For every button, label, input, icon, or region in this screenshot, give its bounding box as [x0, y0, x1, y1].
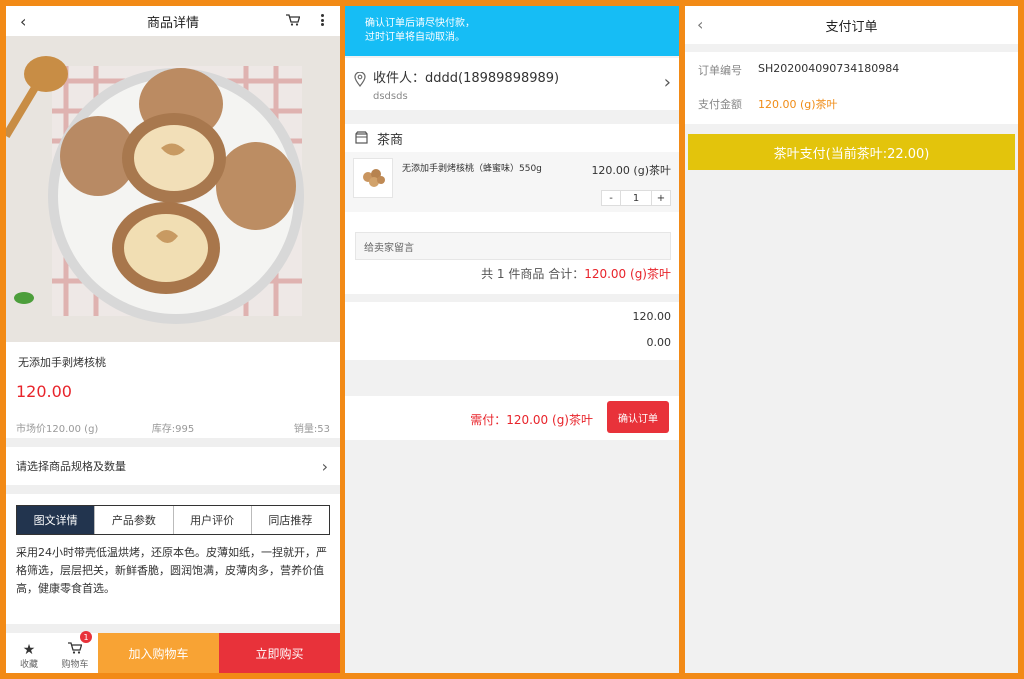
quantity-stepper: - 1 + — [601, 190, 671, 206]
product-info: 无添加手剥烤核桃 120.00 市场价120.00 (g) 库存:995 销量:… — [6, 342, 340, 438]
order-number-row: 订单编号 SH202004090734180984 — [698, 62, 899, 78]
receiver-address: dsdsds — [373, 91, 408, 102]
tab-product-params[interactable]: 产品参数 — [94, 506, 172, 534]
product-header: ‹ 商品详情 — [6, 6, 340, 36]
address-card[interactable]: 收件人：dddd(18989898989) dsdsds › — [345, 58, 679, 110]
back-icon[interactable]: ‹ — [20, 12, 26, 31]
cart-icon[interactable] — [286, 14, 301, 26]
chevron-right-icon: › — [321, 457, 328, 476]
order-item: 无添加手剥烤核桃（蜂蜜味）550g 120.00 (g)茶叶 - 1 + — [345, 152, 679, 212]
page-title: 商品详情 — [146, 15, 199, 31]
order-notice: 确认订单后请尽快付款， 过时订单将自动取消。 — [345, 6, 679, 56]
message-placeholder: 给卖家留言 — [364, 242, 414, 254]
spec-selector[interactable]: 请选择商品规格及数量 › — [6, 447, 340, 485]
back-icon[interactable]: ‹ — [697, 15, 703, 34]
sales-count: 销量:53 — [293, 424, 331, 435]
quantity-value[interactable]: 1 — [620, 191, 652, 205]
receiver-name: 收件人：dddd(18989898989) — [373, 71, 560, 86]
amount-label: 支付金额 — [698, 98, 742, 111]
amount-row: 支付金额 120.00 (g)茶叶 — [698, 96, 838, 112]
cart-label: 购物车 — [61, 660, 89, 670]
seller-message-input[interactable]: 给卖家留言 — [355, 232, 671, 260]
order-info: 订单编号 SH202004090734180984 支付金额 120.00 (g… — [685, 52, 1018, 124]
notice-line-2: 过时订单将自动取消。 — [365, 32, 465, 43]
add-to-cart-button[interactable]: 加入购物车 — [98, 633, 219, 673]
cart-badge: 1 — [80, 631, 92, 643]
divider — [6, 624, 340, 633]
spec-label: 请选择商品规格及数量 — [16, 460, 126, 473]
pay-order-panel: ‹ 支付订单 订单编号 SH202004090734180984 支付金额 12… — [685, 6, 1018, 673]
item-name: 无添加手剥烤核桃（蜂蜜味）550g — [402, 164, 542, 174]
shop-header: 茶商 — [345, 124, 679, 152]
bottom-action-bar: ★ 收藏 购物车 1 加入购物车 立即购买 — [6, 631, 340, 673]
tea-pay-button[interactable]: 茶叶支付(当前茶叶:22.00) — [688, 134, 1015, 170]
product-image — [6, 36, 340, 342]
order-total: 共 1 件商品 合计：120.00 (g)茶叶 — [481, 265, 671, 282]
payment-bar: 需付：120.00 (g)茶叶 确认订单 — [345, 396, 679, 440]
more-icon[interactable] — [320, 14, 324, 26]
summary-value-2: 0.00 — [646, 336, 672, 349]
increase-button[interactable]: + — [652, 191, 670, 205]
total-prefix: 共 1 件商品 合计： — [481, 267, 585, 281]
cart-icon — [68, 642, 83, 657]
detail-tabs: 图文详情 产品参数 用户评价 同店推荐 — [16, 505, 330, 535]
location-icon — [354, 71, 366, 90]
product-price: 120.00 — [16, 382, 72, 401]
decrease-button[interactable]: - — [602, 191, 620, 205]
chevron-right-icon: › — [663, 72, 671, 93]
item-price: 120.00 (g)茶叶 — [591, 164, 671, 177]
confirm-order-button[interactable]: 确认订单 — [607, 401, 669, 433]
tab-user-reviews[interactable]: 用户评价 — [172, 506, 251, 534]
product-meta: 市场价120.00 (g) 库存:995 销量:53 — [16, 420, 330, 435]
product-name: 无添加手剥烤核桃 — [18, 356, 106, 369]
shop-icon — [355, 131, 368, 148]
notice-line-1: 确认订单后请尽快付款， — [365, 18, 475, 29]
shop-name: 茶商 — [377, 132, 404, 148]
confirm-order-panel: 确认订单后请尽快付款， 过时订单将自动取消。 收件人：dddd(18989898… — [345, 6, 679, 673]
order-number-value: SH202004090734180984 — [758, 62, 900, 75]
total-value: 120.00 (g)茶叶 — [584, 267, 671, 281]
amount-value: 120.00 (g)茶叶 — [758, 98, 838, 111]
order-number-label: 订单编号 — [698, 64, 742, 77]
stock-count: 库存:995 — [151, 424, 195, 435]
tab-graphic-detail[interactable]: 图文详情 — [17, 506, 95, 534]
buy-now-button[interactable]: 立即购买 — [219, 633, 340, 673]
favorite-button[interactable]: ★ 收藏 — [6, 633, 52, 673]
cart-button[interactable]: 购物车 1 — [52, 631, 98, 673]
product-description: 采用24小时带壳低温烘烤，还原本色。皮薄如纸，一捏就开，严格筛选，层层把关，新鲜… — [16, 546, 327, 595]
amount-due: 需付：120.00 (g)茶叶 — [470, 413, 593, 427]
product-detail-panel: ‹ 商品详情 无添加手剥烤核桃 120.00 市场价120.00 (g) 库存:… — [6, 6, 340, 673]
tab-shop-recommend[interactable]: 同店推荐 — [250, 506, 329, 534]
divider — [6, 485, 340, 494]
market-price: 市场价120.00 (g) — [16, 424, 99, 435]
pay-header: ‹ 支付订单 — [685, 6, 1018, 44]
page-title: 支付订单 — [825, 19, 878, 35]
item-thumbnail — [353, 158, 393, 198]
divider — [6, 438, 340, 447]
order-summary: 120.00 0.00 — [345, 302, 679, 360]
star-icon: ★ — [22, 642, 36, 658]
summary-value-1: 120.00 — [632, 310, 672, 323]
favorite-label: 收藏 — [19, 660, 38, 670]
